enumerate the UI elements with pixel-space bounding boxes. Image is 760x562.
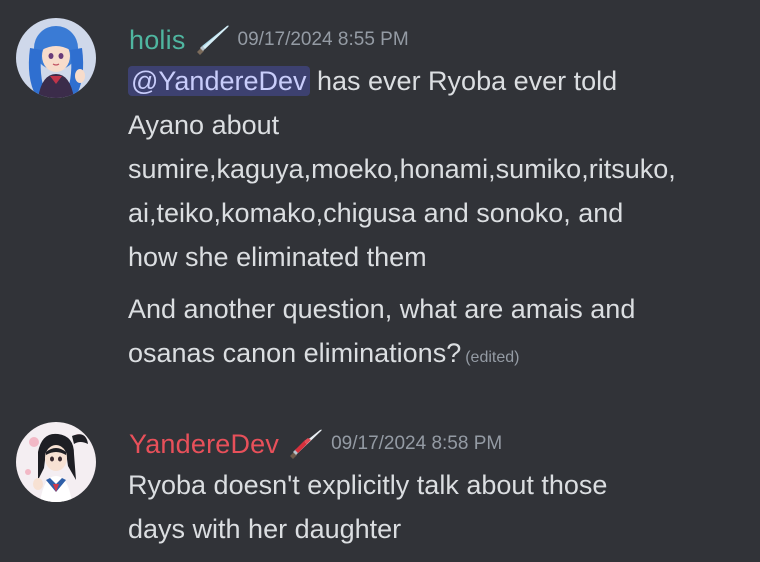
avatar-yanderedev-image bbox=[16, 422, 96, 502]
message-text: osanas canon eliminations? bbox=[128, 338, 462, 368]
message-line: And another question, what are amais and bbox=[128, 294, 636, 324]
message-line: days with her daughter bbox=[128, 514, 402, 544]
message-line: how she eliminated them bbox=[128, 242, 427, 272]
avatar-holis[interactable] bbox=[16, 18, 96, 98]
bloody-knife-icon bbox=[285, 427, 325, 461]
message-line: Ryoba doesn't explicitly talk about thos… bbox=[128, 470, 608, 500]
message-paragraph-1: @YandereDev has ever Ryoba ever told Aya… bbox=[128, 59, 758, 279]
message-paragraph-1: Ryoba doesn't explicitly talk about thos… bbox=[128, 463, 758, 551]
message-header: YandereDev 09/17/2024 8:58 PM bbox=[129, 424, 502, 464]
message-line: sumire,kaguya,moeko,honami,sumiko,ritsuk… bbox=[128, 154, 676, 184]
message-line: ai,teiko,komako,chigusa and sonoko, and bbox=[128, 198, 624, 228]
message-paragraph-2: And another question, what are amais and… bbox=[128, 287, 758, 380]
timestamp: 09/17/2024 8:55 PM bbox=[237, 29, 409, 50]
user-mention[interactable]: @YandereDev bbox=[128, 66, 310, 96]
edited-label: (edited) bbox=[465, 349, 520, 366]
message-header: holis 09/17/2024 8:55 PM bbox=[129, 20, 409, 60]
author-name[interactable]: YandereDev bbox=[129, 424, 279, 464]
knife-icon bbox=[192, 23, 232, 57]
message-line: osanas canon eliminations? (edited) bbox=[128, 331, 758, 380]
author-name[interactable]: holis bbox=[129, 20, 186, 60]
avatar-yanderedev[interactable] bbox=[16, 422, 96, 502]
message-line: @YandereDev has ever Ryoba ever told bbox=[128, 59, 758, 103]
timestamp: 09/17/2024 8:58 PM bbox=[331, 433, 503, 454]
message-line: Ayano about bbox=[128, 110, 280, 140]
message-text: has ever Ryoba ever told bbox=[309, 66, 618, 96]
avatar-holis-image bbox=[16, 18, 96, 98]
